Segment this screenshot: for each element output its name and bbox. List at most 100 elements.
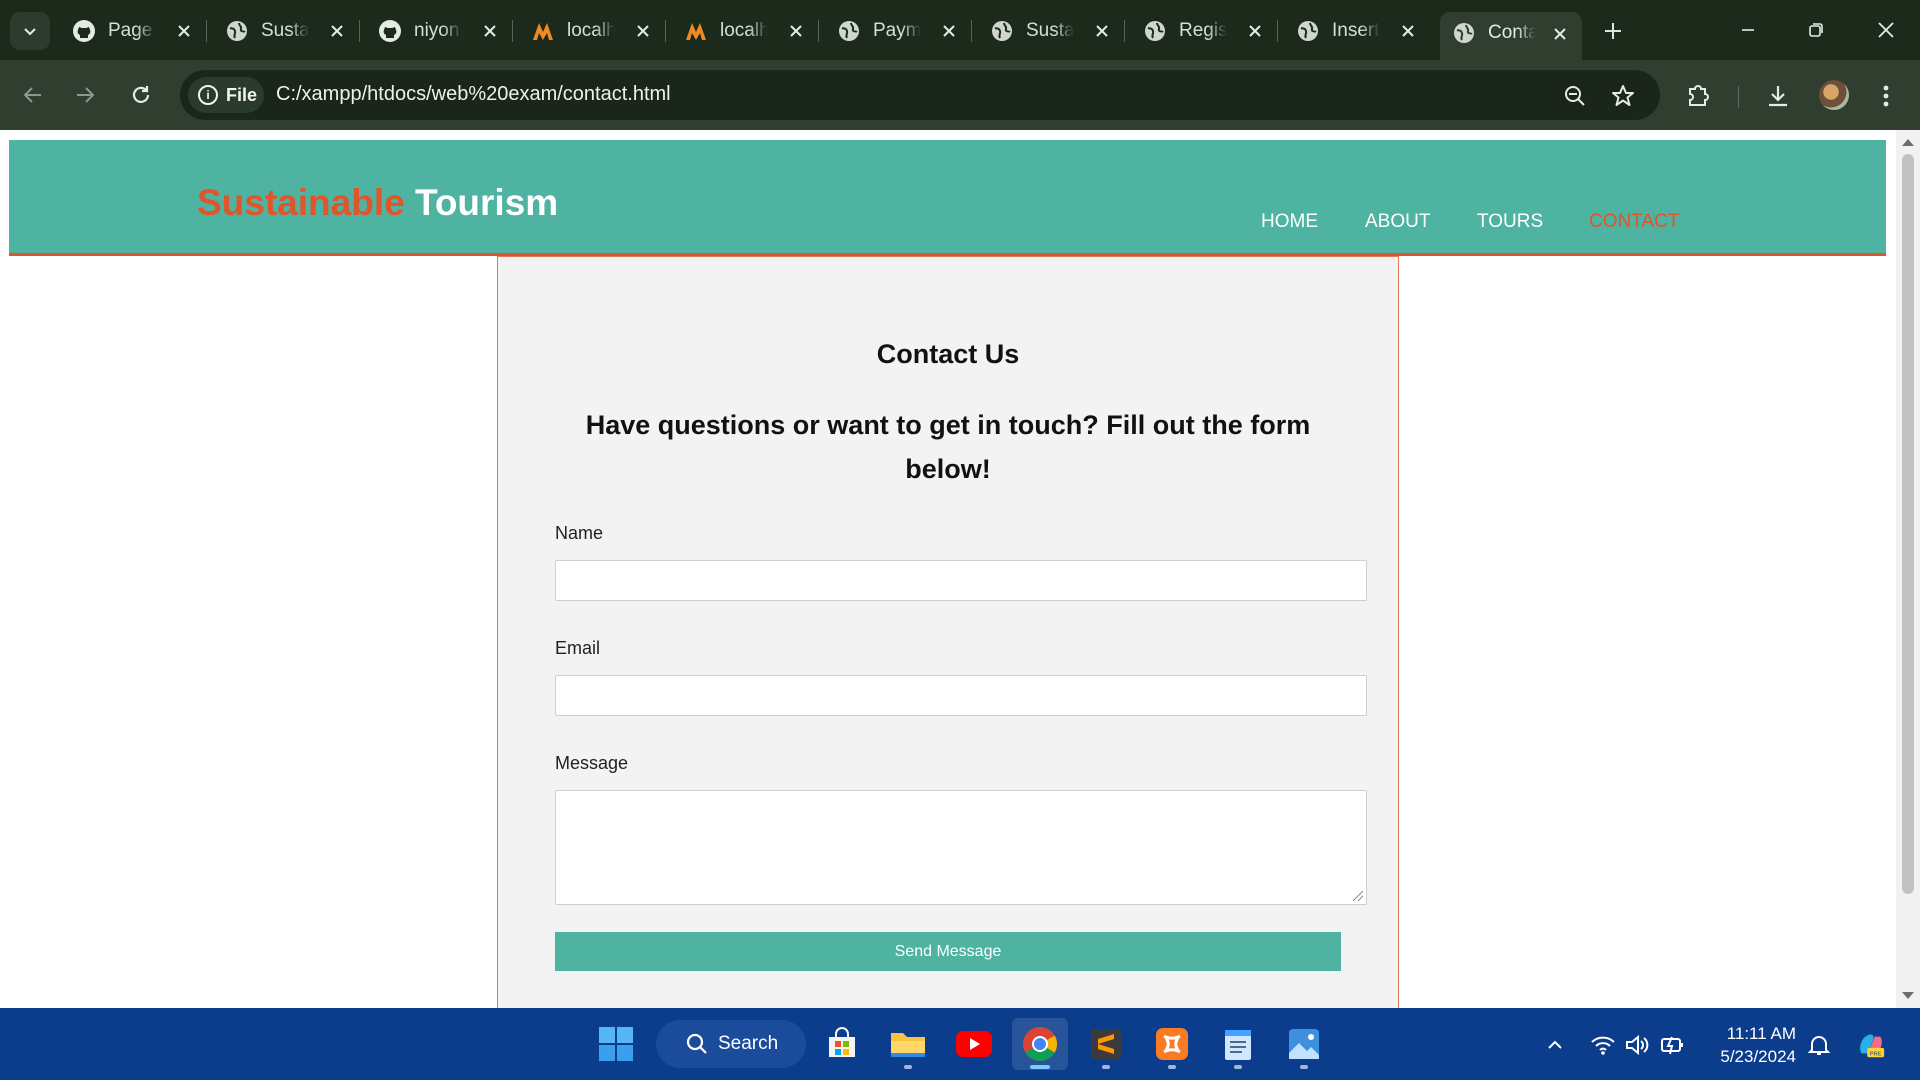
close-window-button[interactable]: [1866, 12, 1906, 48]
taskbar-store[interactable]: [814, 1018, 870, 1070]
browser-tab[interactable]: Paym: [825, 12, 972, 50]
tab-title: Conta: [1488, 22, 1536, 43]
more-vertical-icon: [1883, 85, 1889, 107]
back-button[interactable]: [14, 76, 52, 114]
email-input[interactable]: [555, 675, 1367, 716]
message-label: Message: [555, 753, 629, 773]
copilot-icon: PRE: [1860, 1034, 1885, 1057]
nav-about[interactable]: ABOUT: [1365, 211, 1430, 233]
extensions-button[interactable]: [1680, 78, 1716, 114]
running-indicator: [1234, 1065, 1242, 1069]
globe-icon: [1296, 19, 1320, 43]
email-label: Email: [555, 638, 601, 658]
browser-tab[interactable]: Insert: [1284, 12, 1430, 50]
close-icon[interactable]: [1396, 19, 1420, 43]
taskbar-clock[interactable]: 11:11 AM 5/23/2024: [1712, 1022, 1796, 1068]
taskbar-youtube[interactable]: [946, 1018, 1002, 1070]
name-label: Name: [555, 523, 604, 543]
site-info-chip[interactable]: i File: [188, 77, 264, 113]
notification-button[interactable]: [1804, 1030, 1834, 1060]
contact-form-container: Contact Us Have questions or want to get…: [497, 256, 1399, 1008]
site-chip-label: File: [226, 84, 258, 105]
minimize-button[interactable]: [1728, 12, 1768, 48]
close-icon[interactable]: [1548, 22, 1572, 46]
site-logo[interactable]: Sustainable Tourism: [197, 182, 558, 224]
globe-icon: [990, 19, 1014, 43]
contact-title: Contact Us: [876, 339, 1020, 369]
page-scrollbar[interactable]: [1896, 130, 1920, 1008]
tab-search-button[interactable]: [10, 12, 50, 50]
running-indicator: [1102, 1065, 1110, 1069]
active-indicator: [1030, 1065, 1050, 1069]
battery-button[interactable]: [1658, 1030, 1688, 1060]
close-icon[interactable]: [325, 19, 349, 43]
microsoft-store-icon: [829, 1027, 855, 1057]
contact-subtitle: Have questions or want to get in touch? …: [585, 410, 1311, 484]
scroll-down-icon[interactable]: [1902, 992, 1914, 999]
close-icon[interactable]: [1243, 19, 1267, 43]
close-icon[interactable]: [478, 19, 502, 43]
browser-tab[interactable]: localh: [672, 12, 819, 50]
close-icon[interactable]: [1090, 19, 1114, 43]
logo-rest: Tourism: [414, 182, 559, 223]
nav-contact[interactable]: CONTACT: [1589, 211, 1679, 233]
taskbar-photos[interactable]: [1276, 1018, 1332, 1070]
name-input[interactable]: [555, 560, 1367, 601]
tab-strip: Page r Susta niyon. localh localh Paym S…: [0, 0, 1920, 60]
forward-button[interactable]: [66, 76, 104, 114]
browser-tab[interactable]: Susta: [978, 12, 1125, 50]
browser-toolbar: i File C:/xampp/htdocs/web%20exam/contac…: [0, 60, 1920, 130]
taskbar-sublime[interactable]: [1078, 1018, 1134, 1070]
volume-button[interactable]: [1622, 1030, 1652, 1060]
new-tab-button[interactable]: [1596, 14, 1630, 48]
profile-avatar[interactable]: [1819, 80, 1849, 110]
close-icon[interactable]: [172, 19, 196, 43]
browser-tab[interactable]: localh: [519, 12, 666, 50]
windows-start-icon: [599, 1027, 633, 1061]
browser-tab[interactable]: Susta: [213, 12, 360, 50]
scroll-up-icon[interactable]: [1902, 139, 1914, 146]
reload-button[interactable]: [122, 76, 160, 114]
speaker-icon: [1626, 1034, 1649, 1056]
close-icon[interactable]: [784, 19, 808, 43]
reload-icon: [132, 86, 150, 103]
message-textarea[interactable]: [555, 790, 1367, 905]
restore-button[interactable]: [1796, 12, 1836, 48]
downloads-button[interactable]: [1760, 78, 1796, 114]
browser-tab-active[interactable]: Conta: [1440, 12, 1582, 60]
tab-divider: [359, 20, 360, 42]
browser-tab[interactable]: Page r: [60, 12, 207, 50]
taskbar-xampp[interactable]: [1144, 1018, 1200, 1070]
youtube-icon: [956, 1031, 992, 1057]
notepad-icon: [1225, 1030, 1251, 1060]
browser-tab[interactable]: Regist: [1131, 12, 1278, 50]
close-icon[interactable]: [937, 19, 961, 43]
scrollbar-thumb[interactable]: [1902, 154, 1914, 894]
address-bar[interactable]: i File C:/xampp/htdocs/web%20exam/contac…: [180, 70, 1660, 120]
send-message-button[interactable]: Send Message: [555, 932, 1341, 971]
taskbar-search[interactable]: Search: [656, 1020, 806, 1068]
tab-title: Susta: [1026, 20, 1074, 41]
svg-text:PRE: PRE: [1870, 1051, 1882, 1057]
zoom-button[interactable]: [1560, 81, 1590, 111]
taskbar-chrome[interactable]: [1012, 1018, 1068, 1070]
browser-tab[interactable]: niyon.: [366, 12, 513, 50]
start-button[interactable]: [588, 1018, 644, 1070]
menu-button[interactable]: [1868, 78, 1904, 114]
taskbar-notepad[interactable]: [1210, 1018, 1266, 1070]
resize-handle-icon[interactable]: [1353, 891, 1363, 901]
running-indicator: [904, 1065, 912, 1069]
bookmark-button[interactable]: [1608, 81, 1638, 111]
copilot-button[interactable]: PRE: [1856, 1030, 1886, 1060]
xampp-icon: [531, 19, 555, 43]
close-icon[interactable]: [631, 19, 655, 43]
url-text[interactable]: C:/xampp/htdocs/web%20exam/contact.html: [276, 83, 671, 106]
nav-tours[interactable]: TOURS: [1477, 211, 1543, 233]
show-hidden-icons-button[interactable]: [1540, 1030, 1570, 1060]
taskbar-file-explorer[interactable]: [880, 1018, 936, 1070]
nav-home[interactable]: HOME: [1261, 211, 1318, 233]
tab-divider: [206, 20, 207, 42]
info-icon: i: [198, 85, 218, 105]
site-header: Sustainable Tourism HOME ABOUT TOURS CON…: [9, 140, 1886, 256]
network-button[interactable]: [1588, 1030, 1618, 1060]
